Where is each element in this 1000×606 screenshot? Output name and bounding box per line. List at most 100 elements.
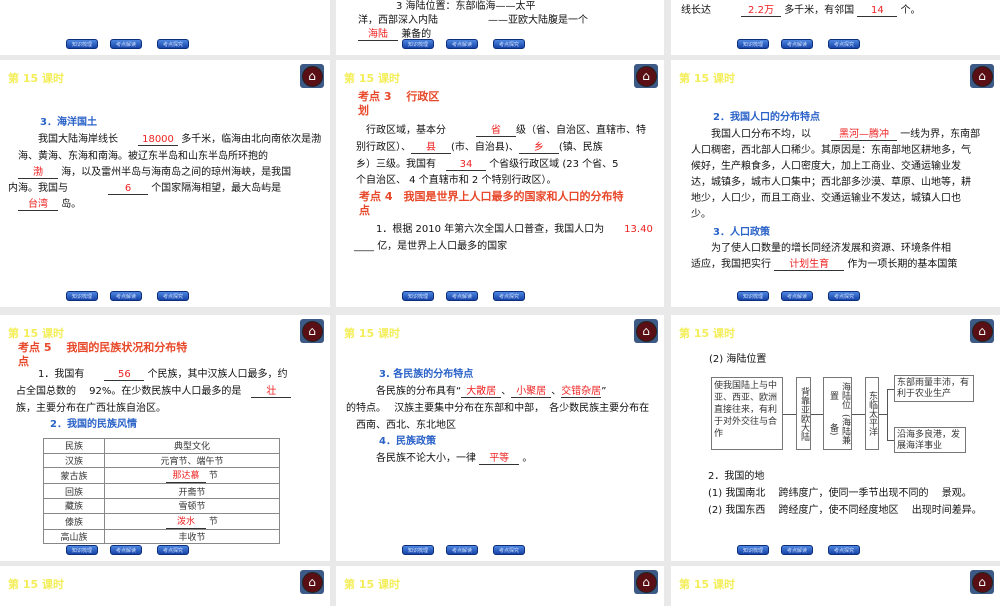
nav-button-2[interactable]: 考点解读 — [781, 291, 813, 301]
text: 级（省、自治区、直辖市、特 — [516, 125, 646, 136]
answer: 14 — [857, 5, 898, 17]
diagram-box: 东部雨量丰沛，有利于农业生产 — [894, 375, 974, 402]
text-line: (1) 我国南北 跨纬度广，使同一季节出现不同的 景观。 — [708, 488, 972, 499]
table-row: 蒙古族 那达慕 节 — [43, 467, 280, 485]
answer: 台湾 — [18, 199, 58, 211]
text-line: 渤 海，以及雷州半岛与海南岛之间的琼州海峡，是我国 — [18, 166, 291, 180]
home-icon: ⌂ — [971, 320, 993, 342]
nav-button-1[interactable]: 知识梳理 — [402, 39, 434, 49]
slide-land-sea-position: 第 15 课时 ⌂ (2) 海陆位置 使我国陆上与中亚、西亚、欧洲直接往来，有利… — [671, 315, 1000, 561]
nav-button-2[interactable]: 考点解读 — [110, 545, 142, 555]
home-button[interactable]: ⌂ — [300, 64, 324, 88]
table-cell: 那达慕 节 — [104, 467, 280, 485]
home-button[interactable]: ⌂ — [970, 64, 994, 88]
key-point-heading: 考点 4 我国是世界上人口最多的国家和人口的分布特 — [359, 190, 624, 203]
nav-button-3[interactable]: 考点探究 — [157, 39, 189, 49]
answer: 34 — [446, 159, 486, 171]
text-line: 人口稠密，西北部人口稀少。其原因是：东南部地区耕地多，气 — [691, 145, 971, 156]
text: 内海。我国与 — [8, 183, 68, 194]
nav-button-2[interactable]: 考点解读 — [446, 291, 478, 301]
table-cell: 开斋节 — [104, 483, 280, 500]
table-header: 典型文化 — [104, 438, 280, 454]
home-button[interactable]: ⌂ — [634, 319, 658, 343]
text: ” — [601, 386, 607, 397]
text: 线长达 — [681, 5, 711, 16]
text-line: 乡）三级。我国有 34 个省级行政区域 (23 个省、5 — [356, 158, 619, 172]
text: 适应，我国把实行 — [691, 259, 771, 270]
key-point-heading: 划 — [358, 104, 369, 117]
home-button[interactable]: ⌂ — [300, 319, 324, 343]
lesson-header: 第 15 课时 — [679, 578, 735, 591]
diagram-box: 海陆位置 (海陆兼备) — [823, 377, 852, 450]
text: 海，以及雷州半岛与海南岛之间的琼州海峡，是我国 — [61, 167, 292, 178]
text: 乡）三级。我国有 — [356, 159, 436, 170]
text: 行政区域，基本分 — [366, 125, 446, 136]
answer: 56 — [104, 369, 145, 381]
nav-button-1[interactable]: 知识梳理 — [66, 545, 98, 555]
nav-button-3[interactable]: 考点探究 — [157, 545, 189, 555]
ethnic-culture-table: 民族 典型文化 汉族 元宵节、端午节 蒙古族 那达慕 节 回族 开斋节 藏族 雪顿节 傣族… — [43, 438, 280, 545]
arrow-right — [879, 414, 887, 415]
nav-button-3[interactable]: 考点探究 — [493, 545, 525, 555]
nav-button-1[interactable]: 知识梳理 — [66, 39, 98, 49]
answer: 平等 — [479, 453, 520, 465]
home-icon: ⌂ — [301, 320, 323, 342]
answer: 渤 — [18, 167, 58, 179]
text: 个。 — [900, 5, 921, 16]
nav-button-2[interactable]: 考点解读 — [446, 545, 478, 555]
slide-bottom-mid: 第 15 课时 ⌂ — [336, 566, 664, 606]
answer: 2.2万 — [741, 5, 781, 17]
nav-button-3[interactable]: 考点探究 — [493, 291, 525, 301]
text: 我国人口分布不均，以 — [711, 129, 811, 140]
text-line: 少。 — [691, 209, 711, 220]
key-point-heading: 点 — [18, 355, 29, 368]
slide-ethnic-distribution: 第 15 课时 ⌂ 3. 各民族的分布特点 各民族的分布具有“ 大散居、小聚居 、交… — [336, 315, 664, 561]
text: 多千米，有邻国 — [784, 5, 855, 16]
text: 作为一项长期的基本国策 — [847, 259, 958, 270]
home-icon: ⌂ — [301, 65, 323, 87]
text: 个民族，其中汉族人口最多，约 — [147, 369, 288, 380]
section-heading: 3．海洋国土 — [40, 117, 97, 128]
home-button[interactable]: ⌂ — [300, 570, 324, 594]
section-heading: 2．我国的民族风情 — [50, 419, 137, 430]
lesson-header: 第 15 课时 — [8, 72, 64, 85]
nav-button-2[interactable]: 考点解读 — [781, 39, 813, 49]
home-button[interactable]: ⌂ — [634, 570, 658, 594]
bracket — [887, 389, 894, 441]
text: 。 — [522, 453, 533, 464]
nav-button-2[interactable]: 考点解读 — [781, 545, 813, 555]
diagram-box: 背靠亚欧大陆 — [796, 377, 811, 450]
answer: 乡 — [518, 142, 559, 154]
text-line: 各民族的分布具有“ 大散居、小聚居 、交错杂居” — [376, 386, 607, 398]
nav-button-1[interactable]: 知识梳理 — [737, 39, 769, 49]
nav-button-1[interactable]: 知识梳理 — [737, 291, 769, 301]
text: 节 — [208, 516, 218, 527]
nav-button-2[interactable]: 考点解读 — [446, 39, 478, 49]
nav-button-1[interactable]: 知识梳理 — [402, 545, 434, 555]
nav-button-2[interactable]: 考点解读 — [110, 291, 142, 301]
nav-button-2[interactable]: 考点解读 — [110, 39, 142, 49]
text: 亿，是世界上人口最多的国家 — [377, 241, 508, 252]
nav-button-3[interactable]: 考点探究 — [157, 291, 189, 301]
nav-button-3[interactable]: 考点探究 — [828, 545, 860, 555]
slide-top-right: 线长达 2.2万 多千米，有邻国 14 个。 知识梳理 考点解读 考点探究 — [671, 0, 1000, 55]
slide-ethnic-groups: 第 15 课时 ⌂ 考点 5 我国的民族状况和分布特 点 1．我国有 56 个民… — [0, 315, 330, 561]
text: 1．我国有 — [38, 369, 85, 380]
nav-button-1[interactable]: 知识梳理 — [402, 291, 434, 301]
arrow-left — [811, 414, 823, 415]
nav-button-1[interactable]: 知识梳理 — [66, 291, 98, 301]
home-button[interactable]: ⌂ — [970, 570, 994, 594]
home-button[interactable]: ⌂ — [970, 319, 994, 343]
nav-button-3[interactable]: 考点探究 — [828, 39, 860, 49]
home-button[interactable]: ⌂ — [634, 64, 658, 88]
table-cell: 高山族 — [43, 528, 105, 545]
nav-button-3[interactable]: 考点探究 — [828, 291, 860, 301]
nav-button-1[interactable]: 知识梳理 — [737, 545, 769, 555]
text-line: 个自治区、 4 个直辖市和 2 个特别行政区）。 — [356, 175, 557, 186]
lesson-header: 第 15 课时 — [344, 327, 400, 340]
text-line: 别行政区）、县 (市、自治县)、乡 (镇、民族 — [356, 141, 603, 155]
nav-button-3[interactable]: 考点探究 — [493, 39, 525, 49]
text: 别行政区）、 — [356, 142, 411, 153]
text-line: 适应，我国把实行 计划生育 作为一项长期的基本国策 — [691, 258, 957, 272]
home-icon: ⌂ — [301, 571, 323, 593]
